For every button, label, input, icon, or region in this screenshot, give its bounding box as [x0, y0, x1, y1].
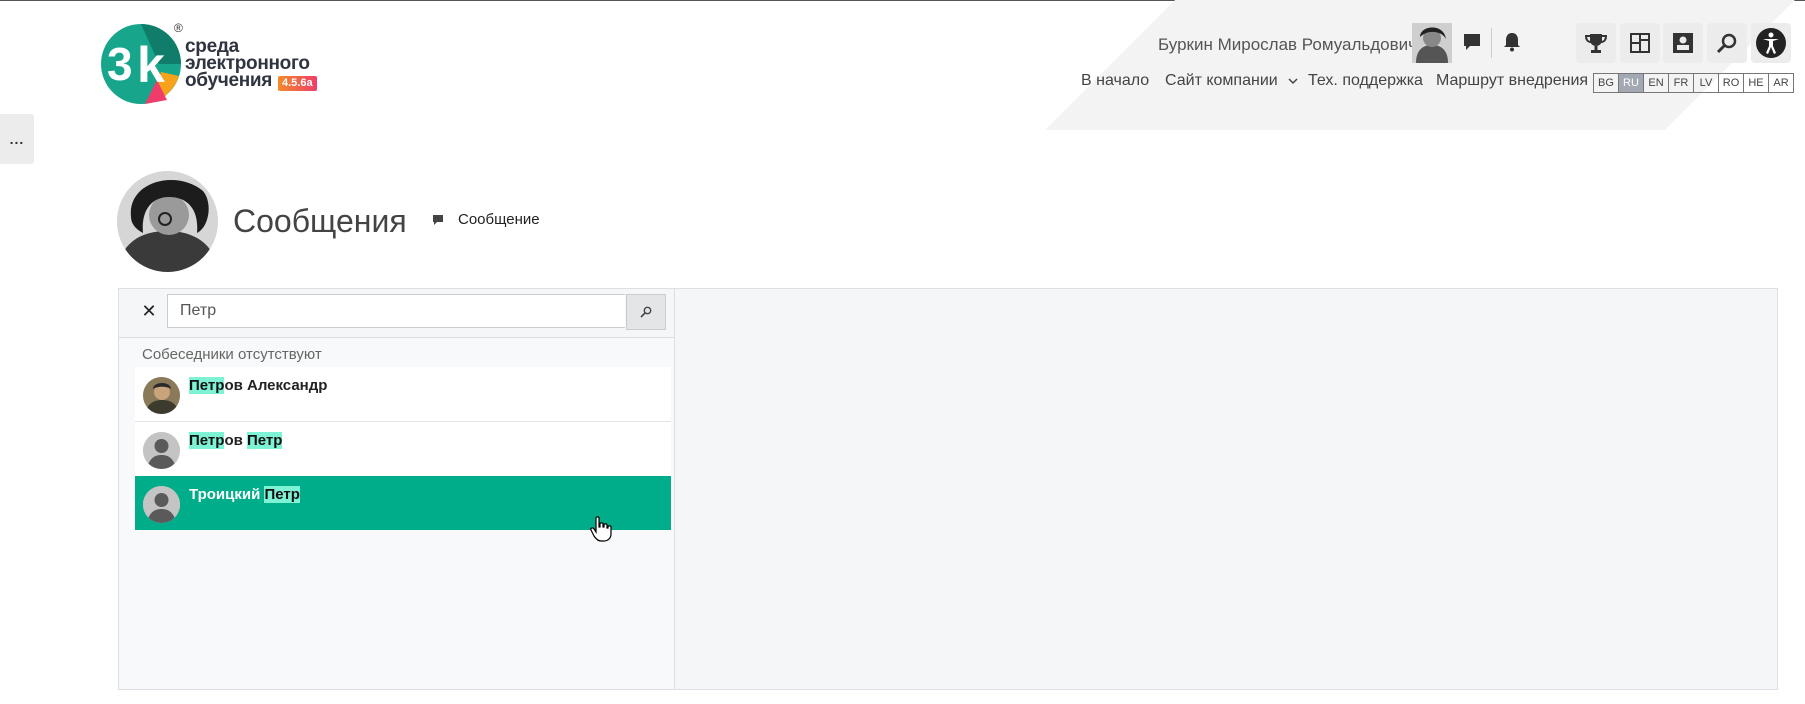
lang-he[interactable]: HE [1744, 74, 1769, 92]
new-message-label: Сообщение [458, 211, 540, 228]
nav-company-site-label: Сайт компании [1165, 72, 1278, 89]
header-separator [1491, 28, 1492, 58]
badge-button[interactable] [1663, 23, 1703, 63]
contacts-column: ✕ Собеседники отсутствуют Петров Алексан… [119, 289, 675, 689]
badge-icon [1673, 33, 1693, 53]
side-drawer-toggle[interactable]: ... [0, 114, 34, 164]
lang-ro[interactable]: RO [1719, 74, 1744, 92]
nav-route[interactable]: Маршрут внедрения [1436, 72, 1588, 90]
lang-en[interactable]: EN [1644, 74, 1669, 92]
search-row: ✕ [119, 289, 674, 338]
user-avatar[interactable] [1412, 23, 1452, 63]
no-contacts-label: Собеседники отсутствуют [142, 346, 322, 363]
window-top-border [0, 0, 1805, 1]
search-submit-button[interactable] [626, 294, 666, 330]
lang-fr[interactable]: FR [1669, 74, 1694, 92]
lang-lv[interactable]: LV [1694, 74, 1719, 92]
search-input[interactable] [167, 294, 625, 328]
name-match-highlight: Петр [264, 486, 300, 503]
lang-bg[interactable]: BG [1594, 74, 1619, 92]
clear-search-button[interactable]: ✕ [137, 299, 161, 323]
page-title: Сообщения [233, 203, 407, 239]
name-match-highlight: Петр [189, 432, 225, 449]
bell-icon[interactable] [1500, 30, 1524, 54]
trophy-button[interactable] [1576, 23, 1616, 63]
name-part: ов Александр [224, 377, 328, 394]
contact-avatar [143, 432, 180, 469]
name-part: Троицкий [189, 486, 265, 503]
search-icon [1716, 33, 1737, 54]
comment-icon [433, 214, 443, 225]
lang-ar[interactable]: AR [1769, 74, 1793, 92]
avatar-image [1412, 23, 1452, 63]
contact-name: Петров Петр [189, 432, 283, 449]
name-match-highlight: Петр [247, 432, 283, 449]
language-switcher: BG RU EN FR LV RO HE AR [1593, 73, 1794, 93]
accessibility-button[interactable] [1751, 23, 1791, 63]
accessibility-icon [1756, 28, 1786, 58]
avatar-image [117, 171, 218, 272]
dashboard-button[interactable] [1620, 23, 1660, 63]
svg-text:k: k [137, 37, 165, 93]
nav-company-site[interactable]: Сайт компании [1165, 72, 1298, 90]
version-badge: 4.5.6a [278, 76, 317, 91]
search-icon [640, 306, 652, 318]
search-button[interactable] [1707, 23, 1747, 63]
3k-logo-icon: 3 k [101, 24, 181, 104]
trophy-icon [1585, 34, 1607, 53]
new-message-link[interactable]: Сообщение [432, 211, 540, 228]
chevron-down-icon [1288, 78, 1298, 84]
lang-ru[interactable]: RU [1619, 74, 1644, 92]
name-part: ов [224, 432, 247, 449]
search-result-item[interactable]: Петров Петр [135, 422, 671, 477]
chat-icon[interactable] [1460, 30, 1484, 54]
hand-cursor-icon [590, 516, 612, 542]
contact-name: Петров Александр [189, 377, 327, 394]
nav-home[interactable]: В начало [1081, 72, 1149, 90]
svg-text:3: 3 [107, 38, 133, 90]
nav-support[interactable]: Тех. поддержка [1308, 72, 1423, 90]
contact-avatar [143, 486, 180, 523]
dashboard-icon [1630, 33, 1650, 53]
registered-mark: ® [174, 21, 183, 35]
contact-avatar [143, 377, 180, 414]
header-decoration [1000, 0, 1805, 130]
page-avatar [117, 171, 218, 272]
site-logo[interactable]: 3 k ® среда электронного обучения 4.5.6a [101, 20, 341, 106]
contact-name: Троицкий Петр [189, 486, 300, 503]
messaging-panel: ✕ Собеседники отсутствуют Петров Алексан… [118, 288, 1778, 690]
name-match-highlight: Петр [189, 377, 225, 394]
search-result-item[interactable]: Петров Александр [135, 367, 671, 422]
user-name[interactable]: Буркин Мирослав Ромуальдович [1158, 35, 1417, 55]
